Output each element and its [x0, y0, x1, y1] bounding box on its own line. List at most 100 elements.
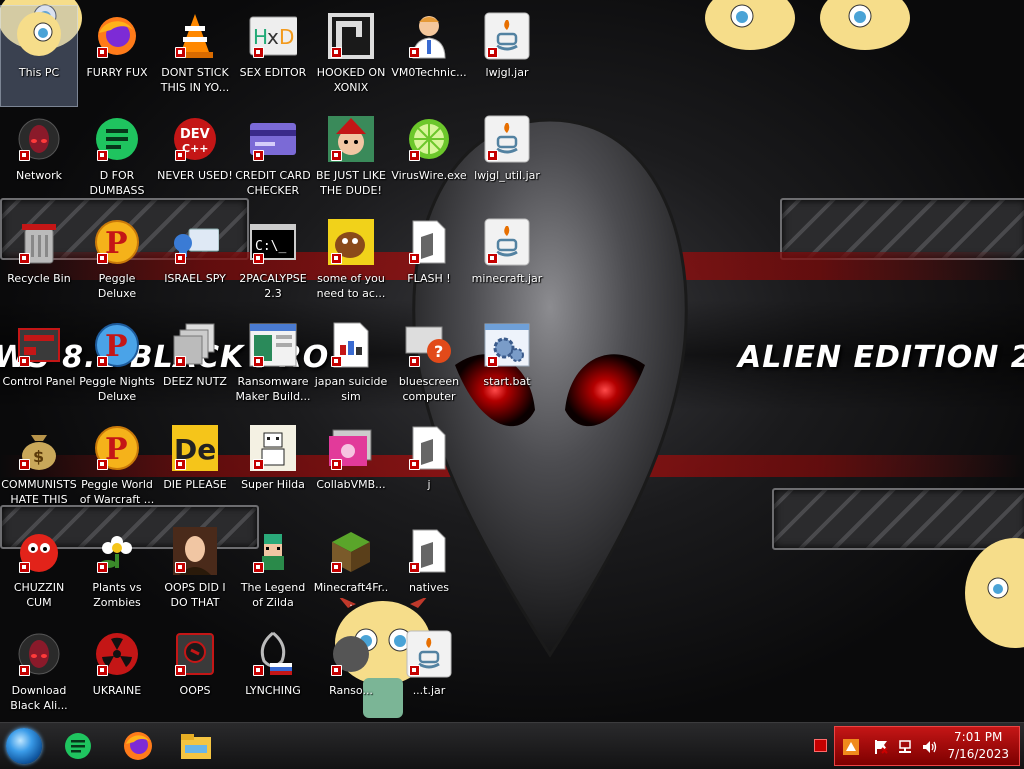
shortcut-arrow-icon [409, 47, 420, 58]
desktop-icon[interactable]: Ransomware Maker Build... [235, 315, 311, 415]
shortcut-arrow-icon [175, 562, 186, 573]
file-shortcut-icon [405, 218, 453, 266]
desktop-icon[interactable]: De DIE PLEASE [157, 418, 233, 518]
desktop-icon[interactable]: VirusWire.exe [391, 109, 467, 209]
desktop-icon-label: Minecraft4Fr... [313, 581, 389, 609]
rope-flag-icon [249, 630, 297, 678]
shortcut-arrow-icon [487, 253, 498, 264]
desktop-icon-label: minecraft.jar [471, 272, 543, 285]
desktop-icon[interactable]: HOOKED ON XONIX [313, 6, 389, 106]
firefox-icon [124, 732, 152, 760]
desktop-icon-label: some of you need to ac... [316, 272, 386, 300]
desktop-icon[interactable]: OOPS [157, 624, 233, 724]
hex-editor-icon: HxD [249, 12, 297, 60]
desktop-icon[interactable]: Ranso... [313, 624, 389, 724]
desktop-icon[interactable]: Plants vs Zombies [79, 521, 155, 621]
desktop-icon[interactable]: CREDIT CARD CHECKER [235, 109, 311, 209]
clock[interactable]: 7:01 PM 7/16/2023 [947, 729, 1009, 763]
desktop-icon[interactable]: $ COMMUNISTS HATE THIS G... [1, 418, 77, 518]
desktop-icon[interactable]: Network [1, 109, 77, 209]
desktop-icon-label: LYNCHING [245, 684, 301, 697]
shortcut-arrow-icon [253, 47, 264, 58]
desktop-icon-label: VM0Technic... [391, 66, 467, 79]
desktop-icon[interactable]: This PC [0, 5, 78, 107]
shortcut-arrow-icon [175, 47, 186, 58]
taskbar-pinned-firefox[interactable] [120, 729, 156, 763]
java-jar-icon [483, 115, 531, 163]
desktop-icon[interactable]: minecraft.jar [469, 212, 545, 312]
desktop-icon[interactable]: BE JUST LIKE THE DUDE! [313, 109, 389, 209]
desktop-icon-label: Download Black Ali... [10, 684, 68, 712]
desktop-icon[interactable]: j [391, 418, 467, 518]
desktop-icon[interactable]: DONT STICK THIS IN YO... [157, 6, 233, 106]
desktop-icon[interactable]: natives [391, 521, 467, 621]
action-center-flag-icon[interactable] [873, 739, 889, 755]
desktop-icon-label: Control Panel [2, 375, 76, 388]
desktop-icon[interactable]: C:\_ 2PACALYPSE 2.3 [235, 212, 311, 312]
desktop-icon[interactable]: VM0Technic... [391, 6, 467, 106]
desktop-icon-label: COMMUNISTS HATE THIS G... [1, 478, 77, 506]
desktop-icon[interactable]: Control Panel [1, 315, 77, 415]
desktop-icon[interactable]: FLASH ! [391, 212, 467, 312]
desktop-icon[interactable]: start.bat [469, 315, 545, 415]
desktop-icon[interactable]: UKRAINE [79, 624, 155, 724]
orange-app-icon[interactable] [843, 739, 859, 755]
start-button[interactable] [6, 728, 42, 764]
desktop-icon[interactable]: japan suicide sim [313, 315, 389, 415]
desktop-icon[interactable]: CollabVMB... [313, 418, 389, 518]
xonix-game-icon [327, 12, 375, 60]
desktop-icon[interactable]: CHUZZIN CUM [1, 521, 77, 621]
notification-flag-button[interactable] [814, 739, 827, 752]
shortcut-arrow-icon [409, 665, 420, 676]
elf-santa-icon [327, 115, 375, 163]
desktop-icon[interactable]: ? bluescreen computer [391, 315, 467, 415]
shortcut-arrow-icon [409, 356, 420, 367]
lime-icon [405, 115, 453, 163]
shortcut-arrow-icon [331, 665, 342, 676]
desktop-icon[interactable]: FURRY FUX [79, 6, 155, 106]
desktop-icon[interactable]: ...t.jar [391, 624, 467, 724]
desktop-icon[interactable]: Super Hilda [235, 418, 311, 518]
svg-text:x: x [267, 25, 279, 49]
radiation-icon [93, 630, 141, 678]
desktop-icon[interactable]: DEEZ NUTZ [157, 315, 233, 415]
de-letters-icon: De [171, 424, 219, 472]
file-explorer-icon [181, 734, 211, 759]
desktop-icon[interactable]: P Peggle Nights Deluxe [79, 315, 155, 415]
desktop-icon-label: NEVER USED! [157, 169, 233, 182]
desktop-icon[interactable]: ISRAEL SPY [157, 212, 233, 312]
shortcut-arrow-icon [253, 253, 264, 264]
desktop-icon[interactable]: LYNCHING [235, 624, 311, 724]
desktop-icon[interactable]: The Legend of Zilda [235, 521, 311, 621]
desktop-icon[interactable]: Download Black Ali... [1, 624, 77, 724]
clock-date: 7/16/2023 [947, 747, 1009, 761]
desktop-icon[interactable]: D FOR DUMBASS [79, 109, 155, 209]
taskbar-pinned-app-green[interactable] [60, 729, 96, 763]
desktop-icon[interactable]: Minecraft4Fr... [313, 521, 389, 621]
shortcut-arrow-icon [19, 253, 30, 264]
desktop-icon-label: ISRAEL SPY [164, 272, 226, 285]
money-bag-icon: $ [15, 424, 63, 472]
desktop-icon[interactable]: P Peggle World of Warcraft ... [79, 418, 155, 518]
desktop-icon[interactable]: lwjgl_util.jar [469, 109, 545, 209]
desktop-icon[interactable]: lwjgl.jar [469, 6, 545, 106]
desktop-icon[interactable]: DEV C++ NEVER USED! [157, 109, 233, 209]
shortcut-arrow-icon [175, 356, 186, 367]
desktop-icon[interactable]: some of you need to ac... [313, 212, 389, 312]
desktop-icon-label: japan suicide sim [314, 375, 388, 403]
desktop-icon-label: Network [16, 169, 62, 182]
volume-icon[interactable] [921, 739, 937, 755]
desktop-icon[interactable]: Hx D SEX EDITOR [235, 6, 311, 106]
network-icon[interactable] [897, 739, 913, 755]
taskbar-pinned-file-explorer[interactable] [178, 729, 214, 763]
stacked-windows-icon [171, 321, 219, 369]
shortcut-arrow-icon [175, 665, 186, 676]
vlc-cone-icon [171, 12, 219, 60]
shortcut-arrow-icon [253, 562, 264, 573]
desktop-icon[interactable]: Recycle Bin [1, 212, 77, 312]
desktop-icon-label: lwjgl.jar [485, 66, 529, 79]
desktop-icon[interactable]: P Peggle Deluxe [79, 212, 155, 312]
dog-meme-icon [327, 218, 375, 266]
desktop-icon-label: Super Hilda [241, 478, 305, 491]
desktop-icon[interactable]: OOPS DID I DO THAT [157, 521, 233, 621]
